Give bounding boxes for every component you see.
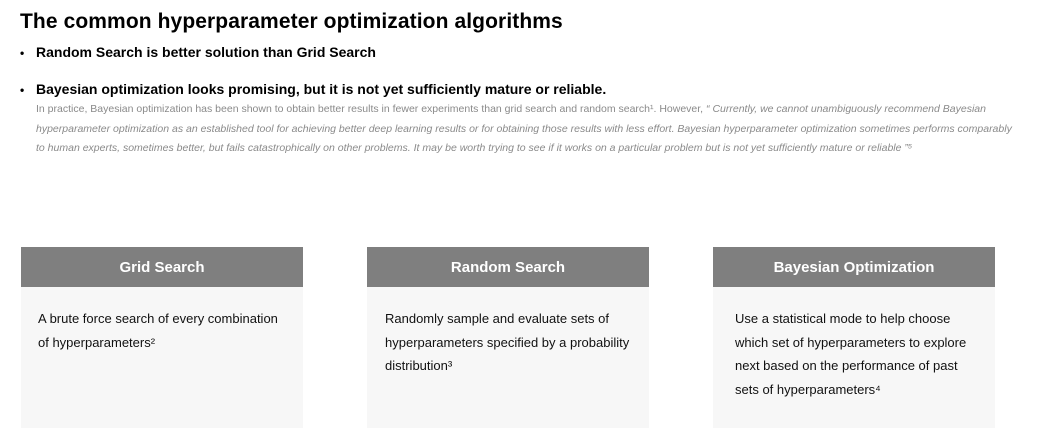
bayesian-note: In practice, Bayesian optimization has b… — [36, 100, 1016, 159]
card-heading: Grid Search — [21, 247, 303, 287]
card-heading: Random Search — [367, 247, 649, 287]
card-grid-search: Grid Search A brute force search of ever… — [21, 247, 303, 428]
bullet-text: Bayesian optimization looks promising, b… — [36, 81, 607, 97]
card-body: A brute force search of every combinatio… — [38, 311, 278, 350]
bullet-marker: • — [20, 46, 25, 60]
page-title: The common hyperparameter optimization a… — [20, 10, 563, 33]
card-body: Use a statistical mode to help choose wh… — [735, 311, 967, 397]
card-heading: Bayesian Optimization — [713, 247, 995, 287]
bullet-text: Random Search is better solution than Gr… — [36, 44, 376, 60]
card-body: Randomly sample and evaluate sets of hyp… — [385, 311, 630, 373]
card-bayesian-optimization: Bayesian Optimization Use a statistical … — [713, 247, 995, 428]
bullet-bayesian: • Bayesian optimization looks promising,… — [20, 81, 606, 97]
note-text: In practice, Bayesian optimization has b… — [36, 103, 707, 115]
bullet-random-search: • Random Search is better solution than … — [20, 44, 376, 60]
card-random-search: Random Search Randomly sample and evalua… — [367, 247, 649, 428]
bullet-marker: • — [20, 83, 25, 97]
